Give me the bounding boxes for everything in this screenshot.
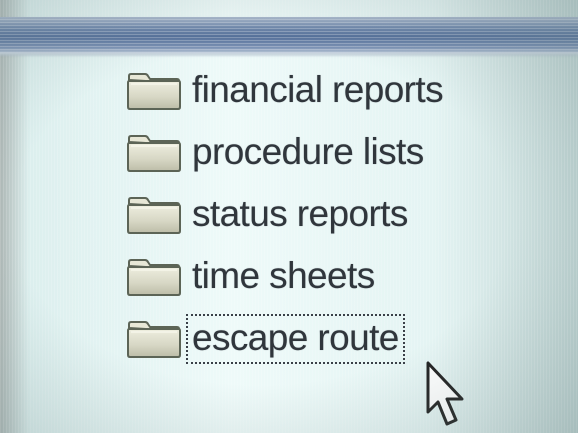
window-title-bar — [0, 17, 578, 53]
folder-label: procedure lists — [192, 131, 424, 172]
folder-icon — [126, 195, 182, 235]
folder-label: financial reports — [192, 69, 444, 110]
folder-list: financial reports procedure lists status… — [126, 60, 566, 370]
folder-item-time-sheets[interactable]: time sheets — [126, 246, 566, 308]
folder-item-procedure-lists[interactable]: procedure lists — [126, 122, 566, 184]
folder-icon — [126, 257, 182, 297]
folder-item-status-reports[interactable]: status reports — [126, 184, 566, 246]
folder-label: status reports — [192, 193, 408, 234]
folder-icon — [126, 133, 182, 173]
title-bar-edge — [0, 53, 578, 57]
folder-item-financial-reports[interactable]: financial reports — [126, 60, 566, 122]
folder-icon — [126, 319, 182, 359]
folder-icon — [126, 71, 182, 111]
folder-label-focused: escape route — [186, 314, 405, 364]
folder-item-escape-route[interactable]: escape route — [126, 308, 566, 370]
folder-label: time sheets — [192, 255, 375, 296]
desktop-screen: { "folders": [ {"label": "financial repo… — [0, 0, 578, 433]
mouse-pointer-icon — [426, 361, 464, 426]
